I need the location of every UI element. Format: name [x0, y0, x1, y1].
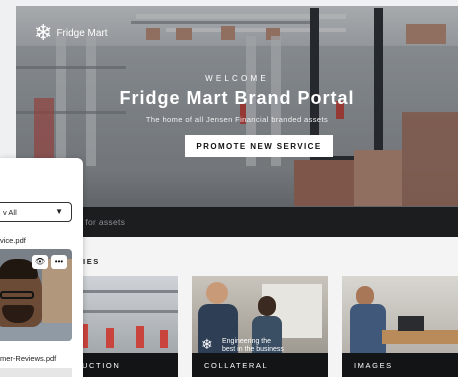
asset-thumbnail[interactable]: 👁 •••	[0, 249, 72, 341]
category-label: IMAGES	[354, 361, 393, 370]
category-card-production[interactable]: UCTION	[70, 276, 178, 377]
hero-subtitle: The home of all Jensen Financial branded…	[145, 115, 329, 124]
filter-select[interactable]: v All ▼	[0, 202, 72, 222]
page-title: Fridge Mart Brand Portal	[119, 88, 355, 108]
card-overlay-text: Engineering the best in the business	[222, 338, 284, 353]
brand-logo[interactable]: ❄ Fridge Mart	[34, 22, 108, 44]
more-icon[interactable]: •••	[51, 255, 67, 269]
category-image	[70, 276, 178, 353]
filter-select-value: v All	[3, 208, 17, 217]
asset-side-panel: v All ▼ vice.pdf 👁 ••• mer-Reviews.pdf	[0, 158, 83, 377]
hero-eyebrow: WELCOME	[205, 74, 269, 83]
snowflake-icon: ❄	[34, 20, 53, 45]
category-image	[342, 276, 458, 353]
category-card-collateral[interactable]: ❄ Engineering the best in the business C…	[192, 276, 328, 377]
file-name[interactable]: mer-Reviews.pdf	[0, 354, 56, 363]
chevron-down-icon: ▼	[55, 207, 63, 216]
logo-text: Fridge Mart	[56, 27, 108, 39]
category-card-images[interactable]: IMAGES	[342, 276, 458, 377]
promote-new-service-button[interactable]: PROMOTE NEW SERVICE	[185, 135, 333, 157]
file-name[interactable]: vice.pdf	[0, 236, 26, 245]
snowflake-icon: ❄	[201, 336, 213, 352]
category-label: COLLATERAL	[204, 361, 269, 370]
eye-icon[interactable]: 👁	[32, 255, 48, 269]
category-label: UCTION	[82, 361, 121, 370]
search-input[interactable]	[70, 214, 410, 230]
